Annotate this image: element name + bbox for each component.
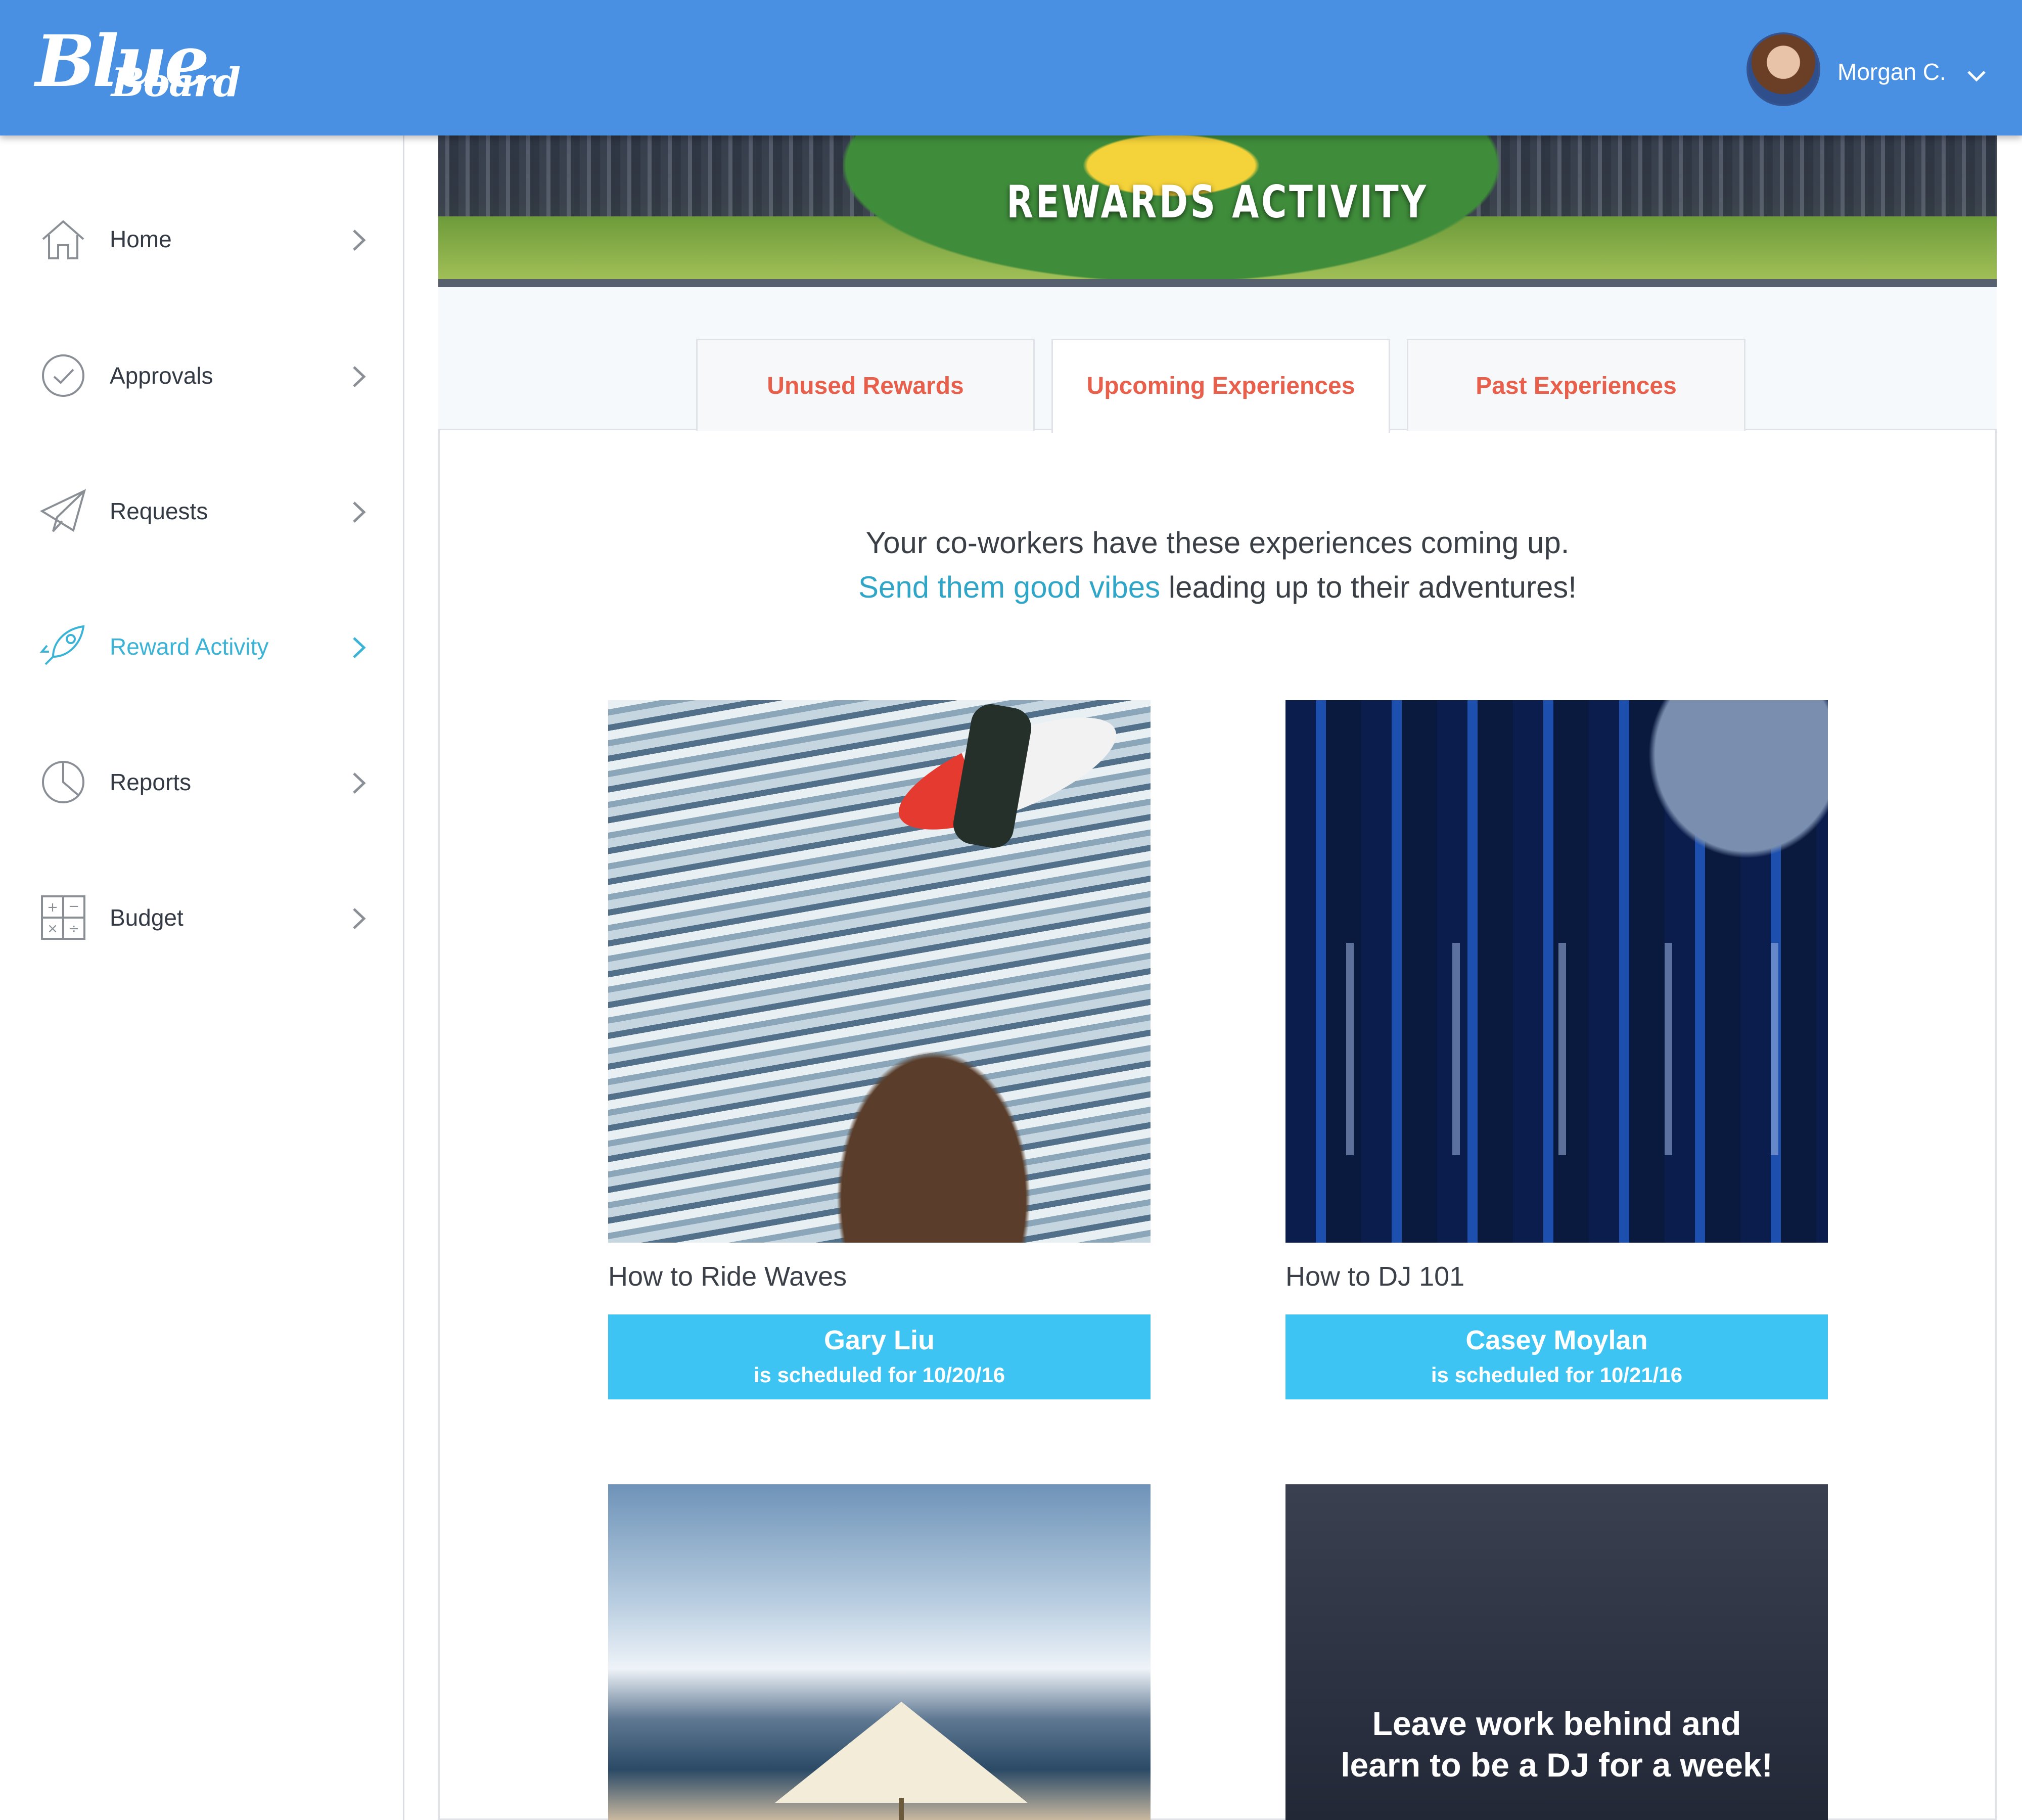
umbrella-pole-graphic — [899, 1798, 904, 1820]
sidebar-item-label: Reports — [110, 769, 192, 795]
ride-waves-image[interactable] — [608, 700, 1151, 1243]
sidebar-item-label: Reward Activity — [110, 633, 269, 660]
pie-chart-icon — [42, 761, 84, 803]
chevron-right-icon — [353, 230, 366, 251]
blueboard-logo[interactable]: Blue Board — [35, 20, 241, 116]
chevron-right-icon — [353, 366, 366, 387]
sidebar-item-requests[interactable]: Requests — [0, 473, 403, 549]
promo-line-1: Leave work behind and — [1372, 1705, 1741, 1742]
svg-text:+: + — [47, 900, 58, 915]
promo-line-2: learn to be a DJ for a week! — [1341, 1746, 1773, 1784]
sidebar-item-label: Budget — [110, 904, 183, 931]
home-icon — [42, 220, 84, 259]
schedule-text: is scheduled for 10/20/16 — [753, 1363, 1005, 1387]
promo-text: Leave work behind and learn to be a DJ f… — [1285, 1703, 1828, 1786]
rewards-activity-banner: REWARDS ACTIVITY — [438, 135, 1997, 287]
svg-text:÷: ÷ — [68, 921, 79, 936]
beach-image[interactable] — [608, 1484, 1151, 1820]
intro-message: Your co-workers have these experiences c… — [438, 521, 1997, 610]
card-title[interactable]: How to DJ 101 — [1285, 1261, 1464, 1292]
dj-promo-image[interactable]: Leave work behind and learn to be a DJ f… — [1285, 1484, 1828, 1820]
dj-image[interactable] — [1285, 700, 1828, 1243]
sidebar-item-home[interactable]: Home — [0, 201, 403, 277]
chevron-right-icon — [353, 908, 366, 929]
send-vibes-button[interactable]: Gary Liu is scheduled for 10/20/16 — [608, 1314, 1151, 1399]
chevron-down-icon[interactable] — [1966, 66, 1987, 86]
schedule-text: is scheduled for 10/21/16 — [1431, 1363, 1683, 1387]
user-avatar[interactable] — [1747, 32, 1820, 106]
send-vibes-button[interactable]: Casey Moylan is scheduled for 10/21/16 — [1285, 1314, 1828, 1399]
card-title[interactable]: How to Ride Waves — [608, 1261, 847, 1292]
intro-line-2-rest: leading up to their adventures! — [1160, 570, 1577, 604]
send-good-vibes-link[interactable]: Send them good vibes — [858, 570, 1160, 604]
surfer-graphic — [950, 701, 1035, 851]
logo-text-board: Board — [111, 60, 241, 106]
sidebar-item-label: Requests — [110, 498, 208, 524]
chevron-right-icon — [353, 502, 366, 523]
chevron-right-icon — [353, 637, 366, 658]
chevron-right-icon — [353, 772, 366, 794]
sidebar-item-budget[interactable]: + − × ÷ Budget — [0, 880, 403, 956]
intro-line-1: Your co-workers have these experiences c… — [865, 526, 1570, 560]
paper-plane-icon — [39, 489, 86, 532]
svg-text:×: × — [47, 921, 58, 936]
user-name[interactable]: Morgan C. — [1837, 58, 1946, 85]
intro-line-2: Send them good vibes leading up to their… — [438, 565, 1997, 610]
top-header: Blue Board Morgan C. — [0, 0, 2022, 135]
svg-text:−: − — [68, 899, 79, 914]
dj-knobs-graphic — [1285, 943, 1828, 1155]
banner-bottom-bar — [438, 279, 1997, 287]
tab-upcoming-experiences[interactable]: Upcoming Experiences — [1051, 339, 1390, 433]
umbrella-graphic — [775, 1702, 1028, 1803]
sidebar-item-approvals[interactable]: Approvals — [0, 338, 403, 414]
check-circle-icon — [42, 354, 84, 397]
tab-unused-rewards[interactable]: Unused Rewards — [696, 339, 1035, 431]
coworker-name: Gary Liu — [823, 1325, 935, 1355]
rocket-icon — [39, 625, 85, 665]
calculator-icon: + − × ÷ — [41, 895, 85, 940]
banner-title: REWARDS ACTIVITY — [1006, 176, 1429, 228]
sidebar: Home Approvals Requests Reward Activity … — [0, 135, 404, 1820]
tab-past-experiences[interactable]: Past Experiences — [1407, 339, 1745, 431]
coworker-name: Casey Moylan — [1465, 1325, 1648, 1355]
sidebar-item-label: Home — [110, 226, 172, 252]
sidebar-item-reward-activity[interactable]: Reward Activity — [0, 609, 403, 685]
sidebar-item-label: Approvals — [110, 362, 213, 389]
sidebar-item-reports[interactable]: Reports — [0, 744, 403, 820]
